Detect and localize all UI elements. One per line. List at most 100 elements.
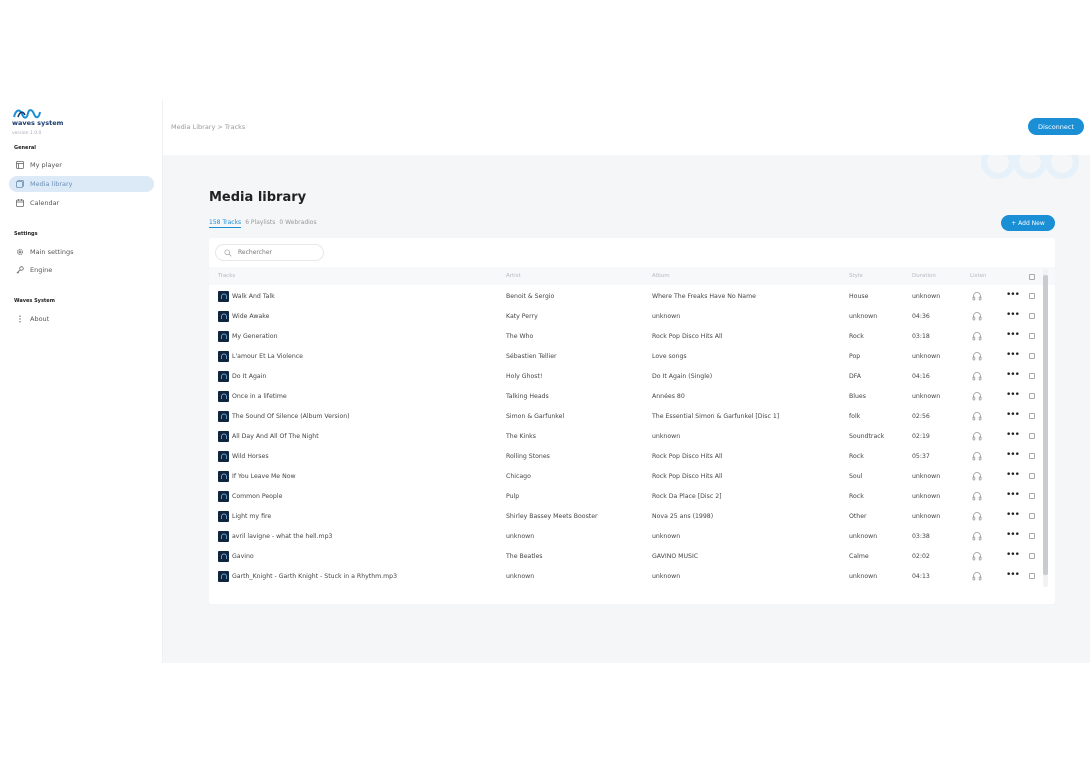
headphones-icon[interactable] [972, 391, 982, 403]
more-options-icon[interactable]: ••• [1006, 390, 1020, 400]
track-artwork-icon [218, 531, 229, 542]
table-row[interactable]: Light my fire Shirley Bassey Meets Booste… [209, 507, 1055, 527]
tab-playlists[interactable]: 6 Playlists [245, 219, 275, 228]
sidebar-item-main-settings[interactable]: Main settings [9, 244, 154, 260]
column-header-artist[interactable]: Artist [506, 273, 521, 279]
row-checkbox[interactable] [1029, 413, 1035, 419]
headphones-icon[interactable] [972, 451, 982, 463]
headphones-icon[interactable] [972, 411, 982, 423]
headphones-icon[interactable] [972, 371, 982, 383]
headphones-icon[interactable] [972, 291, 982, 303]
row-checkbox[interactable] [1029, 373, 1035, 379]
table-row[interactable]: Common People Pulp Rock Da Place [Disc 2] R… [209, 487, 1055, 507]
headphones-icon[interactable] [972, 311, 982, 323]
table-row[interactable]: Gavino The Beatles GAVINO MUSIC Calme 02:02 •… [209, 547, 1055, 567]
more-options-icon[interactable]: ••• [1006, 310, 1020, 320]
column-header-duration[interactable]: Duration [912, 273, 936, 279]
headphones-icon[interactable] [972, 551, 982, 563]
more-options-icon[interactable]: ••• [1006, 570, 1020, 580]
more-options-icon[interactable]: ••• [1006, 370, 1020, 380]
more-options-icon[interactable]: ••• [1006, 430, 1020, 440]
track-artwork-icon [218, 351, 229, 362]
track-artwork-icon [218, 331, 229, 342]
track-duration: unknown [912, 293, 941, 300]
more-options-icon[interactable]: ••• [1006, 450, 1020, 460]
select-all-checkbox[interactable] [1029, 274, 1035, 280]
row-checkbox[interactable] [1029, 493, 1035, 499]
table-row[interactable]: All Day And All Of The Night The Kinks unk… [209, 427, 1055, 447]
headphones-icon[interactable] [972, 491, 982, 503]
track-album: unknown [652, 573, 681, 580]
column-header-style[interactable]: Style [849, 273, 863, 279]
track-duration: unknown [912, 513, 941, 520]
sidebar-item-about[interactable]: About [9, 311, 154, 327]
table-row[interactable]: Wild Horses Rolling Stones Rock Pop Disco … [209, 447, 1055, 467]
track-artist: Benoit & Sergio [506, 293, 555, 300]
table-row[interactable]: Once in a lifetime Talking Heads Années 80… [209, 387, 1055, 407]
more-options-icon[interactable]: ••• [1006, 350, 1020, 360]
search-input[interactable] [238, 249, 318, 256]
row-checkbox[interactable] [1029, 333, 1035, 339]
row-checkbox[interactable] [1029, 553, 1035, 559]
track-album: Rock Pop Disco Hits All [652, 333, 723, 340]
sidebar-item-calendar[interactable]: Calendar [9, 195, 154, 211]
headphones-icon[interactable] [972, 351, 982, 363]
track-artist: Talking Heads [506, 393, 549, 400]
column-header-tracks[interactable]: Tracks [218, 273, 235, 279]
track-album: Rock Da Place [Disc 2] [652, 493, 722, 500]
tab-webradios[interactable]: 0 Webradios [279, 219, 316, 228]
row-checkbox[interactable] [1029, 313, 1035, 319]
table-row[interactable]: Do It Again Holy Ghost! Do It Again (Singl… [209, 367, 1055, 387]
player-icon [16, 161, 24, 169]
row-checkbox[interactable] [1029, 433, 1035, 439]
sidebar-item-engine[interactable]: Engine [9, 262, 154, 278]
search-box[interactable] [215, 244, 324, 261]
table-row[interactable]: L'amour Et La Violence Sébastien Tellier L… [209, 347, 1055, 367]
headphones-icon[interactable] [972, 511, 982, 523]
track-title: Garth_Knight - Garth Knight - Stuck in a… [232, 573, 398, 580]
headphones-icon[interactable] [972, 571, 982, 583]
row-checkbox[interactable] [1029, 513, 1035, 519]
table-row[interactable]: avril lavigne - what the hell.mp3 unknown… [209, 527, 1055, 547]
row-checkbox[interactable] [1029, 573, 1035, 579]
headphones-icon[interactable] [972, 471, 982, 483]
row-checkbox[interactable] [1029, 453, 1035, 459]
row-checkbox[interactable] [1029, 533, 1035, 539]
subtabs: 158 Tracks 6 Playlists 0 Webradios [209, 219, 317, 228]
sidebar-item-my-player[interactable]: My player [9, 157, 154, 173]
row-checkbox[interactable] [1029, 393, 1035, 399]
row-checkbox[interactable] [1029, 293, 1035, 299]
table-row[interactable]: The Sound Of Silence (Album Version) Simo… [209, 407, 1055, 427]
sidebar-item-media-library[interactable]: Media library [9, 176, 154, 192]
more-options-icon[interactable]: ••• [1006, 470, 1020, 480]
scrollbar-thumb[interactable] [1043, 275, 1048, 575]
gear-icon [16, 248, 24, 256]
row-checkbox[interactable] [1029, 353, 1035, 359]
row-checkbox[interactable] [1029, 473, 1035, 479]
headphones-icon[interactable] [972, 531, 982, 543]
page-title: Media library [209, 190, 307, 205]
more-options-icon[interactable]: ••• [1006, 510, 1020, 520]
track-style: House [849, 293, 869, 300]
add-new-button[interactable]: + Add New [1001, 215, 1055, 231]
table-row[interactable]: Walk And Talk Benoit & Sergio Where The Fr… [209, 287, 1055, 307]
column-header-album[interactable]: Album [652, 273, 670, 279]
table-row[interactable]: My Generation The Who Rock Pop Disco Hits … [209, 327, 1055, 347]
more-options-icon[interactable]: ••• [1006, 550, 1020, 560]
more-options-icon[interactable]: ••• [1006, 410, 1020, 420]
track-style: Calme [849, 553, 869, 560]
table-scrollbar[interactable] [1043, 269, 1048, 587]
table-row[interactable]: Wide Awake Katy Perry unknown unknown 04:36 •… [209, 307, 1055, 327]
more-options-icon[interactable]: ••• [1006, 290, 1020, 300]
headphones-icon[interactable] [972, 331, 982, 343]
more-options-icon[interactable]: ••• [1006, 530, 1020, 540]
track-style: Rock [849, 453, 864, 460]
track-artist: The Beatles [506, 553, 543, 560]
tab-tracks[interactable]: 158 Tracks [209, 219, 242, 228]
more-options-icon[interactable]: ••• [1006, 330, 1020, 340]
headphones-icon[interactable] [972, 431, 982, 443]
more-options-icon[interactable]: ••• [1006, 490, 1020, 500]
table-row[interactable]: Garth_Knight - Garth Knight - Stuck in a… [209, 567, 1055, 587]
disconnect-button[interactable]: Disconnect [1028, 118, 1084, 135]
table-row[interactable]: If You Leave Me Now Chicago Rock Pop Disco… [209, 467, 1055, 487]
